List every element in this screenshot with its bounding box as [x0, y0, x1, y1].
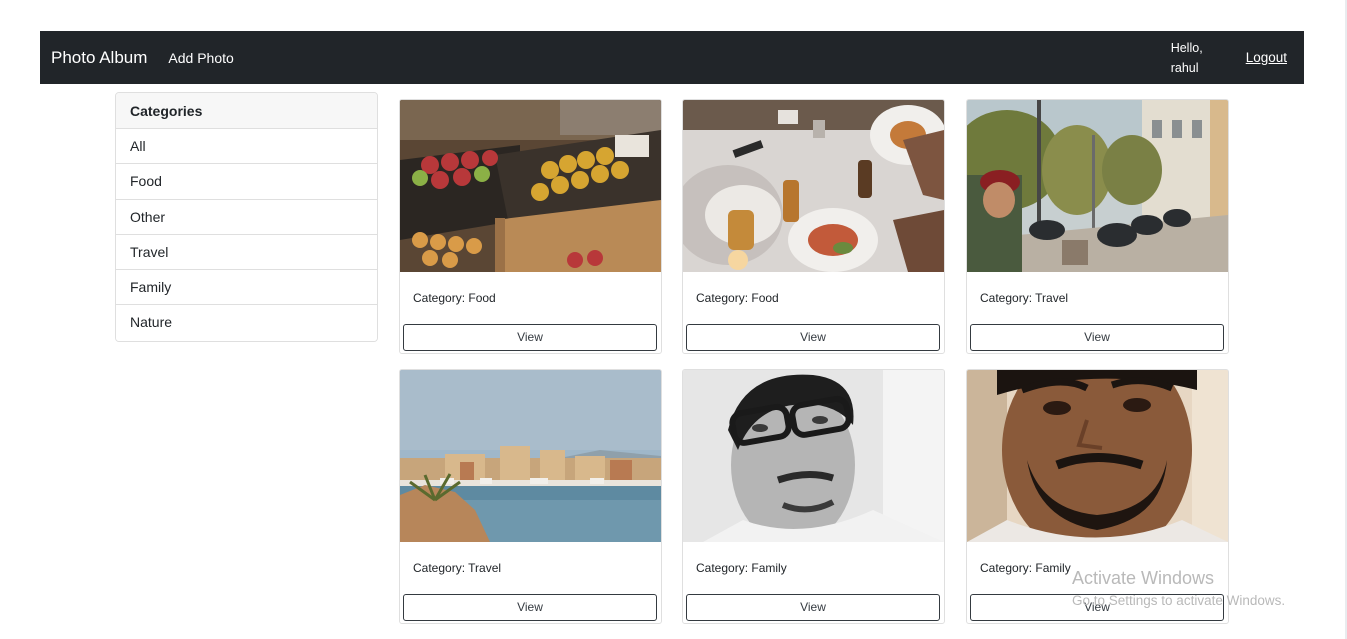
- category-item-family[interactable]: Family: [116, 270, 377, 306]
- photo-card: Category: Family View: [682, 369, 945, 624]
- view-button[interactable]: View: [970, 324, 1224, 351]
- greeting-username: rahul: [1170, 60, 1199, 75]
- watermark-title: Activate Windows: [1072, 568, 1215, 588]
- photo-card: Category: Travel View: [399, 369, 662, 624]
- category-item-other[interactable]: Other: [116, 199, 377, 235]
- view-button[interactable]: View: [403, 324, 657, 351]
- logout-link[interactable]: Logout: [1246, 50, 1287, 65]
- greeting-hello: Hello,: [1170, 40, 1203, 55]
- photo-category-label: Category: Travel: [980, 291, 1069, 305]
- category-item-nature[interactable]: Nature: [116, 305, 377, 341]
- activate-windows-watermark: Activate Windows Go to Settings to activ…: [1072, 568, 1285, 608]
- photo-card: Category: Food View: [682, 99, 945, 354]
- photo-category-label: Category: Food: [696, 291, 779, 305]
- photo-category-label: Category: Family: [696, 561, 787, 575]
- top-navbar: Photo Album Add Photo Hello, rahul Logou…: [40, 31, 1304, 84]
- photo-card: Category: Food View: [399, 99, 662, 354]
- brand-link[interactable]: Photo Album: [51, 48, 147, 68]
- watermark-subtitle: Go to Settings to activate Windows.: [1072, 593, 1286, 608]
- street-scene-photo[interactable]: [967, 100, 1228, 272]
- categories-list: Categories All Food Other Travel Family …: [115, 92, 378, 342]
- add-photo-link[interactable]: Add Photo: [168, 50, 233, 66]
- category-item-food[interactable]: Food: [116, 164, 377, 200]
- categories-header: Categories: [116, 93, 377, 129]
- view-button[interactable]: View: [403, 594, 657, 621]
- category-item-travel[interactable]: Travel: [116, 234, 377, 271]
- category-item-all[interactable]: All: [116, 129, 377, 165]
- fruit-market-photo[interactable]: [400, 100, 661, 272]
- view-button[interactable]: View: [686, 324, 940, 351]
- portrait-selfie-photo[interactable]: [967, 370, 1228, 542]
- photo-category-label: Category: Food: [413, 291, 496, 305]
- photo-card: Category: Travel View: [966, 99, 1229, 354]
- photo-category-label: Category: Travel: [413, 561, 502, 575]
- harbor-town-photo[interactable]: [400, 370, 661, 542]
- photo-category-label: Category: Family: [980, 561, 1071, 575]
- portrait-glasses-photo[interactable]: [683, 370, 944, 542]
- view-button[interactable]: View: [686, 594, 940, 621]
- dinner-table-photo[interactable]: [683, 100, 944, 272]
- user-greeting: Hello, rahul: [1171, 38, 1211, 78]
- user-area: Hello, rahul Logout: [1171, 38, 1287, 78]
